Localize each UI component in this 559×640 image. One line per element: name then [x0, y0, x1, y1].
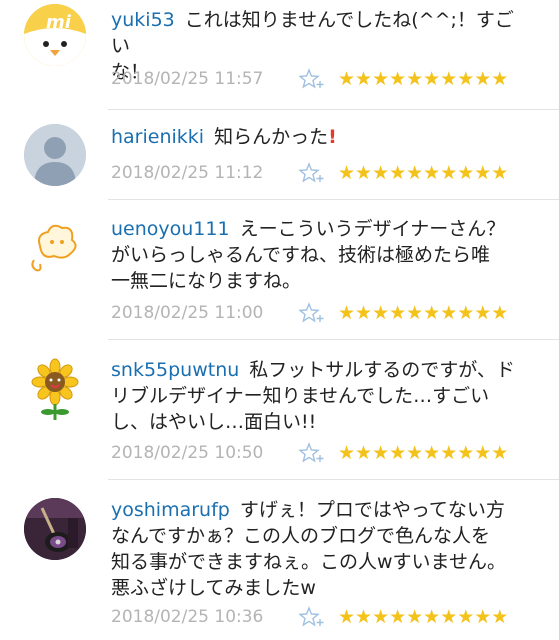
username-link[interactable]: uenoyou111 — [111, 218, 230, 240]
comment-meta: 2018/02/25 10:36 ★★★★★★★★★★ — [111, 604, 535, 630]
add-star-icon[interactable] — [299, 442, 325, 464]
comment-line: リブルデザイナー知りませんでした…すごい — [111, 385, 490, 407]
comment-meta: 2018/02/25 11:00 ★★★★★★★★★★ — [111, 300, 535, 326]
star-rating: ★★★★★★★★★★ — [338, 68, 509, 90]
star-rating: ★★★★★★★★★★ — [338, 606, 509, 628]
add-star-icon[interactable] — [299, 68, 325, 90]
svg-text:mi: mi — [46, 12, 72, 33]
comment-line: 悪ふざけしてみましたw — [111, 577, 316, 599]
timestamp: 2018/02/25 11:12 — [111, 163, 264, 183]
comment-line: なんですかぁ？この人のブログで色んな人を — [111, 525, 491, 547]
star-rating: ★★★★★★★★★★ — [338, 442, 509, 464]
comment-item: uenoyou111 えーこういうデザイナーさん？ がいらっしゃるんですね、技術は… — [0, 200, 559, 340]
sunflower-avatar-icon[interactable] — [24, 358, 86, 420]
timestamp: 2018/02/25 11:57 — [111, 69, 264, 89]
comment-item: mi yuki53 これは知りませんでしたね(^^;！すごい な！ 2018/02… — [0, 0, 559, 110]
comment-line: すげぇ！プロではやってない方 — [239, 499, 505, 521]
comment-line: し、はやいし…面白い!! — [111, 411, 317, 433]
timestamp: 2018/02/25 11:00 — [111, 303, 264, 323]
timestamp: 2018/02/25 10:36 — [111, 607, 264, 627]
add-star-icon[interactable] — [299, 162, 325, 184]
comment-text: uenoyou111 えーこういうデザイナーさん？ がいらっしゃるんですね、技術は… — [111, 216, 531, 294]
add-star-icon[interactable] — [299, 302, 325, 324]
comment-line: 知らんかった — [214, 126, 329, 148]
comment-text: yoshimarufp すげぇ！プロではやってない方 なんですかぁ？この人のブログ… — [111, 497, 531, 601]
comment-line: がいらっしゃるんですね、技術は極めたら唯 — [111, 244, 491, 266]
comment-line: 一無二になりますね。 — [111, 270, 302, 292]
comment-line: 私フットサルするのですが、ド — [249, 359, 515, 381]
comment-meta: 2018/02/25 11:57 ★★★★★★★★★★ — [111, 66, 535, 92]
guitar-photo-avatar-icon[interactable] — [24, 498, 86, 560]
comment-line: 知る事ができますねぇ。この人wすいません。 — [111, 551, 506, 573]
default-user-avatar-icon[interactable] — [24, 124, 86, 186]
add-star-icon[interactable] — [299, 606, 325, 628]
comment-meta: 2018/02/25 10:50 ★★★★★★★★★★ — [111, 440, 535, 466]
comment-text: snk55puwtnu 私フットサルするのですが、ド リブルデザイナー知りませんで… — [111, 357, 531, 435]
username-link[interactable]: harienikki — [111, 126, 204, 148]
comment-meta: 2018/02/25 11:12 ★★★★★★★★★★ — [111, 160, 535, 186]
star-rating: ★★★★★★★★★★ — [338, 162, 509, 184]
comment-item: snk55puwtnu 私フットサルするのですが、ド リブルデザイナー知りませんで… — [0, 340, 559, 480]
star-rating: ★★★★★★★★★★ — [338, 302, 509, 324]
username-link[interactable]: yoshimarufp — [111, 499, 230, 521]
timestamp: 2018/02/25 10:50 — [111, 443, 264, 463]
username-link[interactable]: snk55puwtnu — [111, 359, 239, 381]
mi-chick-avatar-icon[interactable]: mi — [24, 4, 86, 66]
comment-item: harienikki 知らんかった! 2018/02/25 11:12 ★★★★★… — [0, 110, 559, 200]
exclamation-mark: ! — [328, 126, 337, 148]
comment-line: えーこういうデザイナーさん？ — [239, 218, 506, 240]
cloud-character-avatar-icon[interactable] — [24, 216, 86, 278]
comment-item: yoshimarufp すげぇ！プロではやってない方 なんですかぁ？この人のブログ… — [0, 480, 559, 640]
comment-text: harienikki 知らんかった! — [111, 124, 531, 150]
username-link[interactable]: yuki53 — [111, 9, 175, 31]
